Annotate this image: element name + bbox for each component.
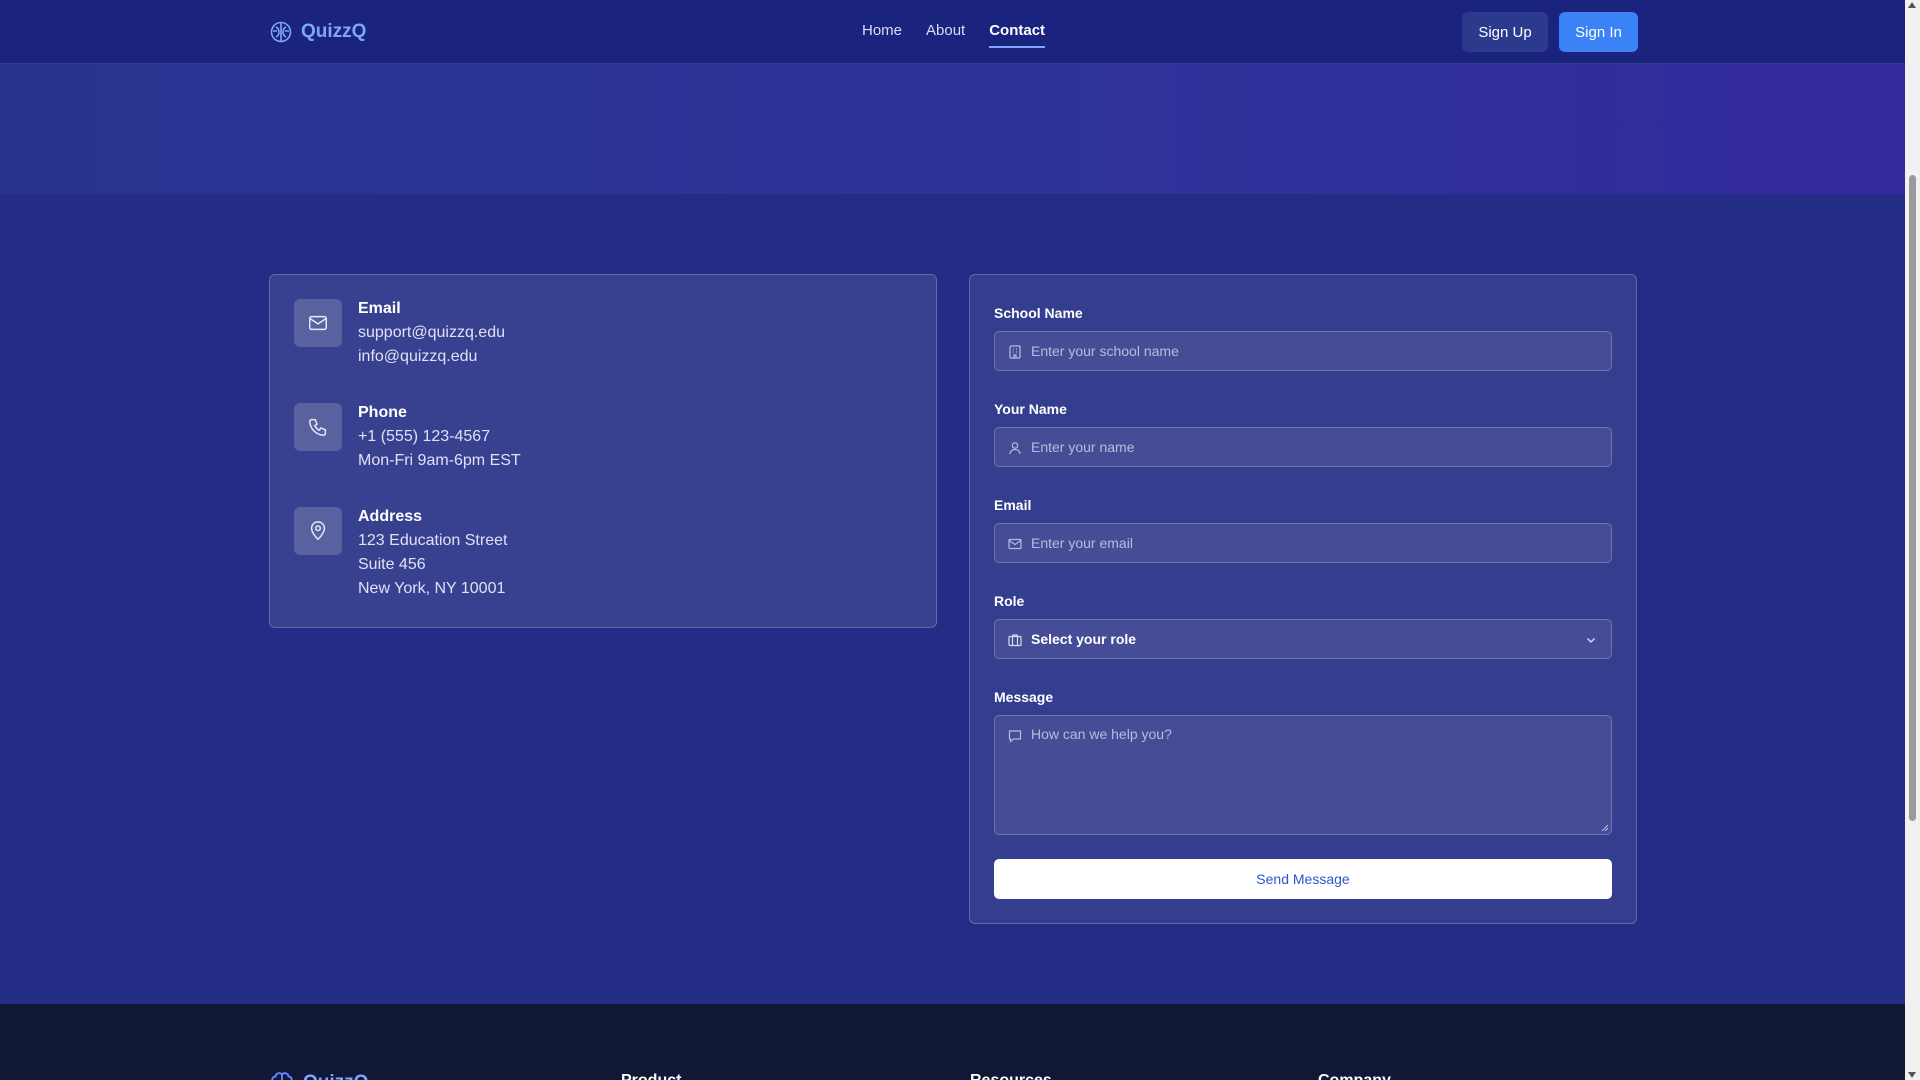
mail-icon <box>1008 538 1022 550</box>
contact-phone-item: Phone +1 (555) 123-4567 Mon-Fri 9am-6pm … <box>294 403 521 473</box>
contact-form: School Name Your Name Email Role <box>969 274 1637 924</box>
footer-heading-product: Product <box>621 1072 681 1080</box>
hero-banner <box>0 64 1905 194</box>
send-message-button[interactable]: Send Message <box>994 859 1612 899</box>
email-input[interactable] <box>1031 524 1591 562</box>
brain-icon <box>270 21 292 43</box>
contact-info-card: Email support@quizzq.edu info@quizzq.edu… <box>269 274 937 628</box>
navbar: QuizzQ Home About Contact Sign Up Sign I… <box>0 0 1905 64</box>
contact-address-title: Address <box>358 508 423 525</box>
contact-email-line[interactable]: info@quizzq.edu <box>358 345 505 369</box>
role-select-value: Select your role <box>1031 631 1137 647</box>
message-label: Message <box>994 689 1054 705</box>
contact-email-line[interactable]: support@quizzq.edu <box>358 321 505 345</box>
school-name-input[interactable] <box>1031 332 1591 370</box>
email-field[interactable] <box>994 523 1612 563</box>
your-name-input[interactable] <box>1031 428 1591 466</box>
footer-heading-company: Company <box>1318 1072 1391 1080</box>
footer-brand[interactable]: QuizzQ <box>269 1070 368 1080</box>
building-icon <box>1009 345 1021 359</box>
contact-email-item: Email support@quizzq.edu info@quizzq.edu <box>294 299 505 369</box>
contact-address-line: 123 Education Street <box>358 532 508 549</box>
main-nav: Home About Contact <box>862 22 1045 48</box>
your-name-label: Your Name <box>994 401 1067 417</box>
contact-page: QuizzQ Home About Contact Sign Up Sign I… <box>0 0 1905 1080</box>
briefcase-icon <box>1008 634 1022 647</box>
mail-icon <box>294 299 342 347</box>
contact-phone-line[interactable]: +1 (555) 123-4567 <box>358 425 521 449</box>
chevron-down-icon <box>1587 638 1595 643</box>
scroll-down-arrow-icon[interactable] <box>1908 1072 1916 1078</box>
school-name-field[interactable] <box>994 331 1612 371</box>
scrollbar-thumb[interactable] <box>1909 175 1916 821</box>
brand-logo[interactable]: QuizzQ <box>269 20 366 44</box>
phone-icon <box>294 403 342 451</box>
brain-icon <box>271 1072 293 1080</box>
footer: QuizzQ Product Resources Company <box>0 1004 1905 1080</box>
contact-phone-title: Phone <box>358 404 407 421</box>
nav-link-about[interactable]: About <box>926 22 965 43</box>
resize-handle-icon[interactable] <box>1601 824 1609 832</box>
contact-email-title: Email <box>358 300 401 317</box>
nav-link-contact[interactable]: Contact <box>989 22 1045 48</box>
contact-address-line: New York, NY 10001 <box>358 580 506 597</box>
user-icon <box>1009 442 1021 455</box>
brand-name: QuizzQ <box>301 21 367 42</box>
your-name-field[interactable] <box>994 427 1612 467</box>
sign-in-button[interactable]: Sign In <box>1559 12 1638 52</box>
role-label: Role <box>994 593 1025 609</box>
footer-brand-name: QuizzQ <box>303 1072 368 1080</box>
email-label: Email <box>994 497 1032 513</box>
page-scrollbar[interactable] <box>1905 0 1920 1080</box>
scroll-up-arrow-icon[interactable] <box>1908 2 1916 8</box>
message-textarea[interactable] <box>1031 726 1601 826</box>
footer-heading-resources: Resources <box>970 1072 1052 1080</box>
contact-phone-line: Mon-Fri 9am-6pm EST <box>358 452 521 469</box>
message-field[interactable] <box>994 715 1612 835</box>
school-name-label: School Name <box>994 305 1083 321</box>
map-pin-icon <box>294 507 342 555</box>
sign-up-button[interactable]: Sign Up <box>1462 12 1548 52</box>
contact-address-item: Address 123 Education Street Suite 456 N… <box>294 507 507 601</box>
nav-link-home[interactable]: Home <box>862 22 902 43</box>
role-select[interactable]: Select your role <box>994 619 1612 659</box>
contact-address-line: Suite 456 <box>358 556 426 573</box>
message-icon <box>1008 730 1022 743</box>
